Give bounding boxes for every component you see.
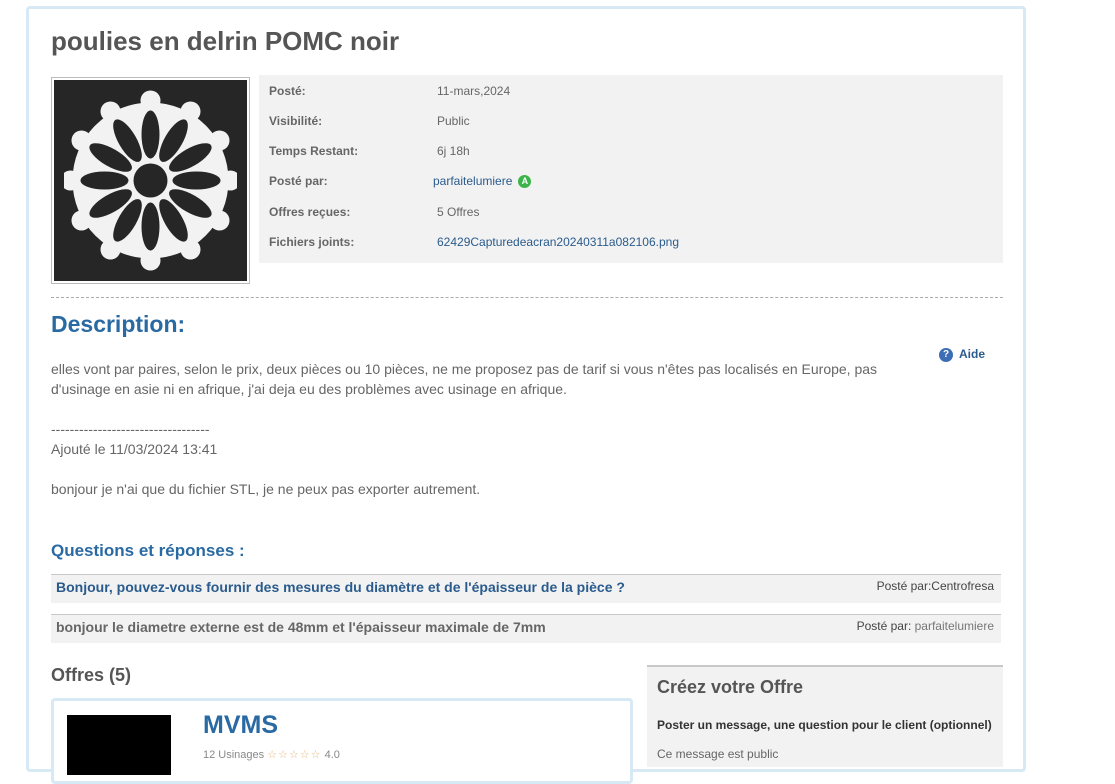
qa-answer: bonjour le diametre externe est de 48mm …	[51, 614, 1001, 643]
offer-provider-stats: 12 Usinages ☆☆☆☆☆ 4.0	[203, 748, 340, 761]
description-title: Description:	[51, 311, 186, 337]
help-button[interactable]: ? Aide	[939, 347, 985, 362]
qa-question-by: Centrofresa	[931, 579, 994, 593]
posted-by-label: Posté par:	[269, 174, 328, 188]
offers-title: Offres (5)	[51, 665, 132, 685]
description-added-date: Ajouté le 11/03/2024 13:41	[51, 441, 218, 457]
section-divider	[51, 297, 1003, 298]
offers-label: Offres reçues:	[269, 205, 351, 219]
part-thumbnail[interactable]	[51, 77, 250, 284]
qa-question-author: Posté par:Centrofresa	[877, 579, 994, 593]
qa-question-text[interactable]: Bonjour, pouvez-vous fournir des mesures…	[56, 579, 625, 595]
description-body: elles vont par paires, selon le prix, de…	[51, 359, 901, 519]
help-icon: ?	[939, 347, 953, 362]
description-separator: ----------------------------------	[51, 421, 210, 437]
qa-title: Questions et réponses :	[51, 541, 245, 560]
posted-by-value: parfaitelumiere A	[433, 174, 532, 189]
create-offer-subtitle: Poster un message, une question pour le …	[657, 718, 992, 732]
offers-value: 5 Offres	[437, 205, 480, 219]
pulley-image	[54, 80, 247, 281]
offer-avatar	[67, 715, 171, 775]
page-title: poulies en delrin POMC noir	[51, 26, 400, 56]
qa-answer-author: Posté par: parfaitelumiere	[857, 619, 994, 633]
poster-profile-link[interactable]: parfaitelumiere	[433, 174, 512, 188]
qa-answer-by-label: Posté par:	[856, 619, 915, 633]
help-label: Aide	[959, 347, 986, 361]
description-paragraph: elles vont par paires, selon le prix, de…	[51, 361, 878, 397]
job-meta-table: Posté: 11-mars,2024 Visibilité: Public T…	[259, 75, 1003, 263]
files-label: Fichiers joints:	[269, 235, 355, 249]
create-offer-title: Créez votre Offre	[657, 677, 804, 697]
offer-provider-name[interactable]: MVMS	[203, 711, 278, 740]
qa-answer-text: bonjour le diametre externe est de 48mm …	[56, 619, 546, 635]
job-panel: poulies en delrin POMC noir Posté: 11-ma…	[26, 6, 1026, 784]
description-addendum: bonjour je n'ai que du fichier STL, je n…	[51, 481, 481, 497]
qa-question: Bonjour, pouvez-vous fournir des mesures…	[51, 574, 1001, 603]
posted-value: 11-mars,2024	[437, 84, 511, 98]
posted-label: Posté:	[269, 84, 306, 98]
time-left-label: Temps Restant:	[269, 144, 359, 158]
visibility-label: Visibilité:	[269, 114, 323, 128]
offer-card[interactable]: MVMS 12 Usinages ☆☆☆☆☆ 4.0	[51, 698, 633, 784]
create-offer-box: Créez votre Offre Poster un message, une…	[647, 665, 1003, 767]
pulley-drawing	[64, 90, 237, 271]
create-offer-note: Ce message est public	[657, 747, 779, 761]
time-left-value: 6j 18h	[437, 144, 470, 158]
qa-answer-by-link[interactable]: parfaitelumiere	[915, 619, 994, 633]
verified-badge-icon: A	[518, 175, 532, 189]
qa-question-by-label: Posté par:	[876, 579, 932, 593]
attached-file-link[interactable]: 62429Capturedeacran20240311a082106.png	[437, 235, 679, 249]
visibility-value: Public	[437, 114, 470, 128]
